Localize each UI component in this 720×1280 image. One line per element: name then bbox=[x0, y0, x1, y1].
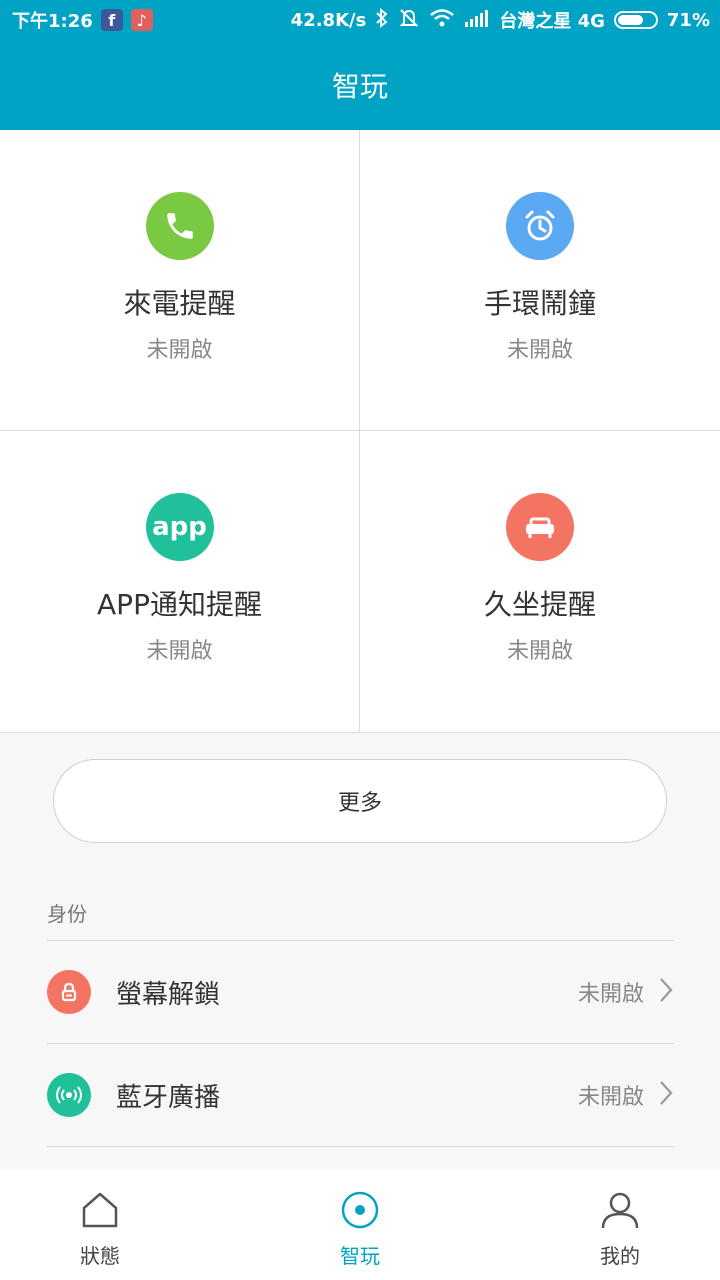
tiktok-icon: ♪ bbox=[130, 9, 153, 31]
battery-percent: 71% bbox=[666, 9, 710, 31]
list-item-bluetooth-broadcast[interactable]: 藍牙廣播 未開啟 bbox=[47, 1043, 674, 1147]
feature-title: APP通知提醒 bbox=[97, 588, 262, 621]
app-icon: app bbox=[145, 493, 214, 561]
tab-me[interactable]: 我的 bbox=[490, 1170, 720, 1280]
feature-grid: 來電提醒 未開啟 手環鬧鐘 未開啟 app APP通知提醒 未開啟 久坐提醒 未… bbox=[0, 130, 720, 733]
list-item-screen-unlock[interactable]: 螢幕解鎖 未開啟 bbox=[47, 940, 674, 1043]
person-icon bbox=[600, 1190, 640, 1234]
sofa-icon bbox=[506, 493, 574, 561]
home-icon bbox=[80, 1190, 120, 1234]
tab-smart-play[interactable]: 智玩 bbox=[230, 1170, 490, 1280]
header-bar: 智玩 bbox=[0, 40, 720, 130]
feature-title: 久坐提醒 bbox=[483, 588, 596, 621]
identity-list: 螢幕解鎖 未開啟 藍牙廣播 未開啟 bbox=[47, 940, 674, 1147]
section-title-identity: 身份 bbox=[47, 902, 87, 926]
network-speed: 42.8K/s bbox=[290, 9, 367, 31]
tab-label: 智玩 bbox=[340, 1244, 380, 1268]
tab-label: 我的 bbox=[600, 1244, 640, 1268]
feature-status: 未開啟 bbox=[506, 639, 573, 664]
app-icon-text: app bbox=[152, 512, 207, 542]
status-time: 下午1:26 bbox=[12, 11, 93, 32]
list-item-value: 未開啟 bbox=[577, 1085, 644, 1110]
mute-bell-icon bbox=[398, 7, 420, 34]
broadcast-icon bbox=[47, 1073, 91, 1117]
lock-icon bbox=[47, 970, 91, 1014]
feature-status: 未開啟 bbox=[506, 338, 573, 363]
phone-icon bbox=[145, 192, 214, 260]
status-bar: 下午1:26 f ♪ 42.8K/s 台灣之星 4G 71% bbox=[0, 0, 720, 40]
page-title: 智玩 bbox=[331, 70, 388, 103]
alarm-clock-icon bbox=[506, 192, 574, 260]
feature-title: 手環鬧鐘 bbox=[483, 287, 596, 320]
more-button[interactable]: 更多 bbox=[53, 759, 667, 843]
facebook-icon: f bbox=[100, 9, 123, 31]
tab-label: 狀態 bbox=[80, 1244, 120, 1268]
bluetooth-icon bbox=[375, 7, 389, 33]
feature-call-reminder[interactable]: 來電提醒 未開啟 bbox=[0, 130, 360, 431]
tab-status[interactable]: 狀態 bbox=[0, 1170, 230, 1280]
list-item-label: 螢幕解鎖 bbox=[116, 979, 221, 1010]
carrier-name: 台灣之星 4G bbox=[499, 11, 605, 32]
feature-app-notification[interactable]: app APP通知提醒 未開啟 bbox=[0, 431, 360, 732]
feature-band-alarm[interactable]: 手環鬧鐘 未開啟 bbox=[360, 130, 720, 431]
feature-status: 未開啟 bbox=[146, 338, 213, 363]
signal-icon bbox=[464, 9, 490, 32]
chevron-right-icon bbox=[658, 976, 674, 1008]
list-item-label: 藍牙廣播 bbox=[116, 1082, 221, 1113]
feature-status: 未開啟 bbox=[146, 639, 213, 664]
wifi-icon bbox=[429, 8, 455, 33]
feature-sedentary-reminder[interactable]: 久坐提醒 未開啟 bbox=[360, 431, 720, 732]
feature-title: 來電提醒 bbox=[123, 287, 236, 320]
chevron-right-icon bbox=[658, 1079, 674, 1111]
battery-icon bbox=[613, 11, 658, 29]
bottom-tab-bar: 狀態 智玩 我的 bbox=[0, 1170, 720, 1280]
target-icon bbox=[340, 1190, 380, 1234]
battery-fill bbox=[617, 15, 644, 25]
list-item-value: 未開啟 bbox=[577, 982, 644, 1007]
